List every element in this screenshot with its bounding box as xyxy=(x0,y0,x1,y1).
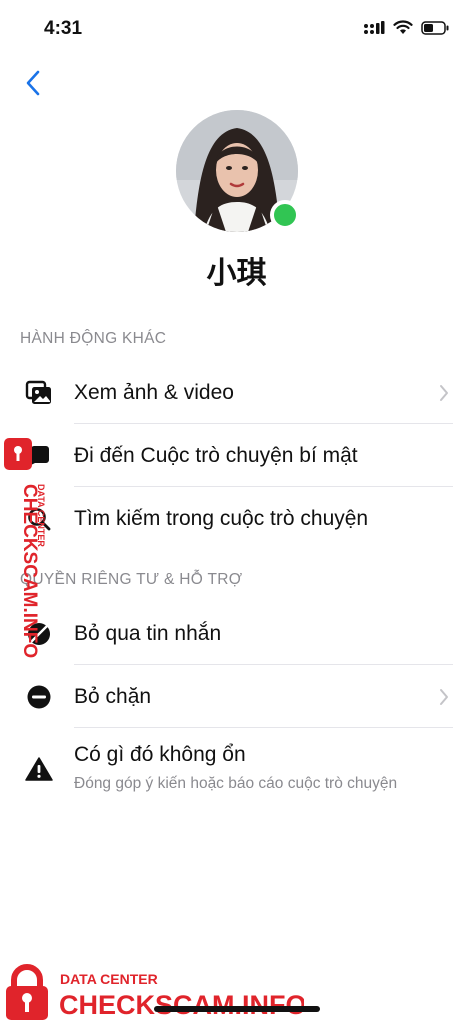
section-header-more-actions: HÀNH ĐỘNG KHÁC xyxy=(20,330,167,347)
status-time: 4:31 xyxy=(44,18,83,39)
divider xyxy=(74,727,453,728)
wifi-icon xyxy=(393,20,413,34)
chevron-left-icon xyxy=(26,70,40,96)
warning-icon xyxy=(24,754,54,784)
secret-chat-label: Đi đến Cuộc trò chuyện bí mật xyxy=(74,444,358,467)
divider xyxy=(74,423,453,424)
ignore-messages-label: Bỏ qua tin nhắn xyxy=(74,622,222,645)
divider xyxy=(74,664,453,665)
chevron-right-icon xyxy=(440,385,448,401)
home-indicator[interactable] xyxy=(154,1006,320,1012)
unblock-label: Bỏ chặn xyxy=(74,685,152,708)
view-photos-videos-label: Xem ảnh & video xyxy=(74,381,234,404)
something-wrong-label: Có gì đó không ổn xyxy=(74,743,246,766)
chevron-right-icon xyxy=(440,689,448,705)
view-photos-videos-item[interactable]: Xem ảnh & video xyxy=(0,362,473,424)
profile-avatar[interactable] xyxy=(176,110,300,232)
battery-icon xyxy=(421,20,449,35)
search-in-conversation-label: Tìm kiếm trong cuộc trò chuyện xyxy=(74,507,369,530)
watermark-side: CHECKSCAM.INFO DATA CENTER xyxy=(2,436,54,666)
secret-chat-item[interactable]: Đi đến Cuộc trò chuyện bí mật xyxy=(0,425,473,487)
something-wrong-item[interactable]: Có gì đó không ổn Đóng góp ý kiến hoặc b… xyxy=(0,729,473,807)
photos-icon xyxy=(24,378,54,408)
status-bar: 4:31 xyxy=(0,0,473,58)
ignore-messages-item[interactable]: Bỏ qua tin nhắn xyxy=(0,603,473,665)
watermark-bottom-top: DATA CENTER xyxy=(60,971,158,987)
unblock-item[interactable]: Bỏ chặn xyxy=(0,666,473,728)
status-icons xyxy=(363,20,449,35)
cellular-signal-icon xyxy=(364,20,385,34)
profile-name: 小琪 xyxy=(206,256,267,291)
back-button[interactable] xyxy=(18,66,48,100)
search-in-conversation-item[interactable]: Tìm kiếm trong cuộc trò chuyện xyxy=(0,488,473,550)
something-wrong-sublabel: Đóng góp ý kiến hoặc báo cáo cuộc trò ch… xyxy=(74,775,398,792)
unblock-icon xyxy=(24,682,54,712)
divider xyxy=(74,486,453,487)
online-status-dot xyxy=(270,200,300,230)
watermark-bottom: DATA CENTER CHECKSCAM.INFO xyxy=(4,960,307,1022)
watermark-side-top: DATA CENTER xyxy=(36,484,46,547)
watermark-bottom-main: CHECKSCAM.INFO xyxy=(59,990,304,1020)
